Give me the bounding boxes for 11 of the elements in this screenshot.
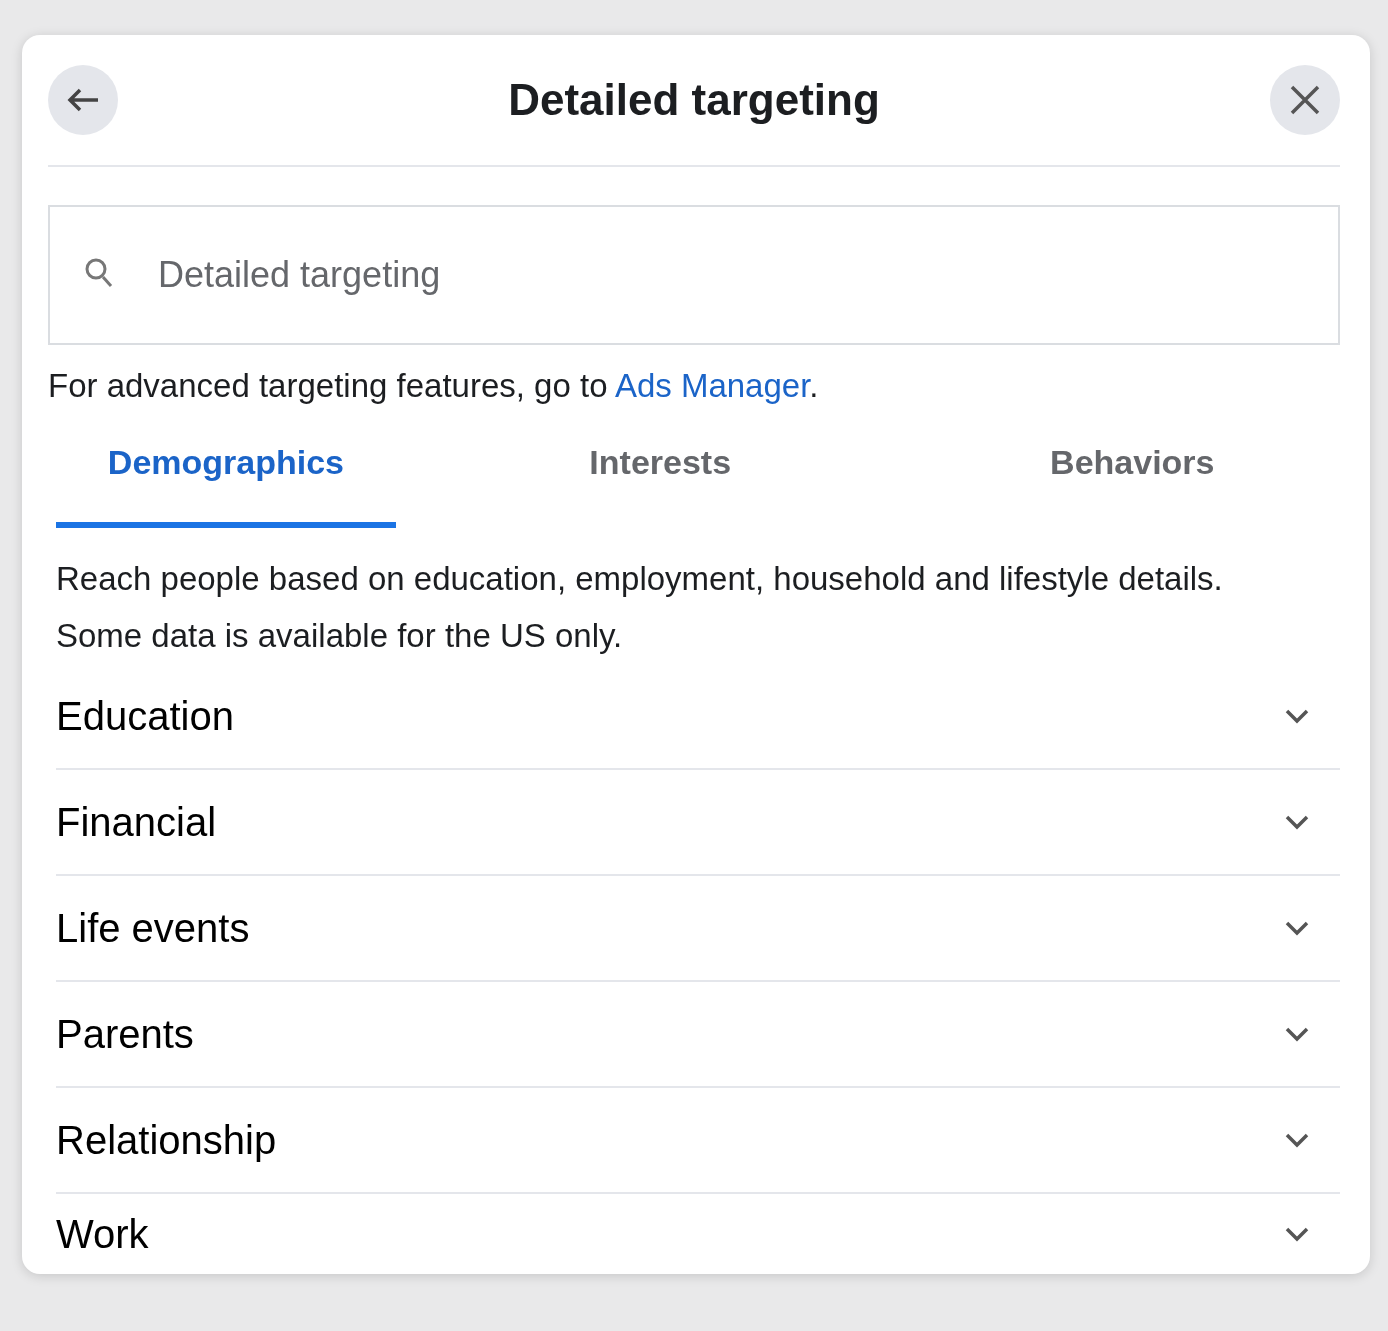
search-icon bbox=[84, 257, 114, 289]
dialog-title: Detailed targeting bbox=[508, 73, 880, 126]
description-text: Reach people based on education, employment, household and lifestyle details. Some data is available for the US only. bbox=[56, 558, 1224, 656]
tab[interactable]: Interests bbox=[395, 418, 925, 528]
back-arrow-icon bbox=[66, 87, 100, 113]
search-field[interactable]: Detailed targeting bbox=[48, 205, 1340, 345]
close-icon bbox=[1290, 85, 1320, 115]
tab[interactable]: Behaviors bbox=[924, 418, 1340, 528]
ads-manager-link[interactable]: Ads Manager bbox=[614, 367, 810, 404]
tab[interactable]: Demographics bbox=[56, 418, 396, 528]
notice-text: For advanced targeting features, go to Ads Manager. bbox=[48, 366, 820, 406]
